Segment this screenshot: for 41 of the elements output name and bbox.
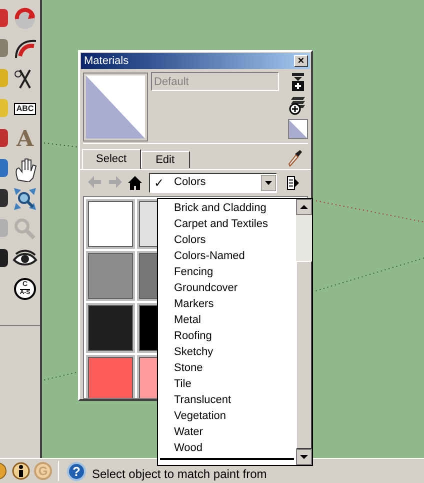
tab[interactable]: Edit <box>140 151 190 168</box>
color-swatch[interactable] <box>86 251 135 301</box>
dropdown-item[interactable]: Translucent <box>158 392 296 408</box>
dropdown-item[interactable]: Brick and Cladding <box>158 200 296 216</box>
status-text: Select object to match paint from <box>92 467 267 481</box>
dropdown-item[interactable]: Roofing <box>158 328 296 344</box>
home-icon[interactable] <box>127 174 143 190</box>
scrollbar[interactable] <box>296 199 312 465</box>
zoom-extents-icon[interactable] <box>12 186 38 212</box>
scroll-down-icon[interactable] <box>296 449 312 465</box>
create-material-icon[interactable] <box>292 73 304 91</box>
window-title: Materials <box>84 54 129 68</box>
help-icon[interactable]: ? <box>67 462 86 480</box>
dropdown-item[interactable]: Stone <box>158 360 296 376</box>
close-button[interactable]: × <box>294 55 308 67</box>
dropdown-arrow-icon[interactable] <box>261 174 276 190</box>
dropdown-item[interactable]: Sketchy <box>158 344 296 360</box>
dropdown-item[interactable]: Colors-Named <box>158 248 296 264</box>
scroll-up-icon[interactable] <box>296 199 312 215</box>
details-icon[interactable] <box>287 174 299 190</box>
add-to-model-icon[interactable] <box>289 95 307 115</box>
rotate-icon[interactable] <box>12 6 38 32</box>
default-material-icon[interactable] <box>288 119 308 139</box>
tab[interactable]: Select <box>82 149 141 169</box>
dropdown-item[interactable]: Colors <box>158 232 296 248</box>
dropdown-item[interactable]: Vegetation <box>158 408 296 424</box>
color-swatch[interactable] <box>86 199 135 249</box>
dropdown-item[interactable]: Tile <box>158 376 296 392</box>
dropdown-item[interactable]: Carpet and Textiles <box>158 216 296 232</box>
dropdown-item[interactable]: Markers <box>158 296 296 312</box>
dropdown-item[interactable]: Water <box>158 424 296 440</box>
color-swatch[interactable] <box>86 355 135 398</box>
collection-dropdown[interactable]: ✓ Colors <box>149 172 277 192</box>
scroll-thumb[interactable] <box>296 261 312 449</box>
text-tool-icon[interactable]: ABC <box>14 103 36 115</box>
eyedropper-icon[interactable] <box>287 149 303 167</box>
dropdown-item[interactable]: Wood <box>158 440 296 456</box>
color-swatch[interactable] <box>86 303 135 353</box>
dropdown-item[interactable]: Fencing <box>158 264 296 280</box>
dropdown-item[interactable]: Groundcover <box>158 280 296 296</box>
dropdown-item[interactable]: Metal <box>158 312 296 328</box>
